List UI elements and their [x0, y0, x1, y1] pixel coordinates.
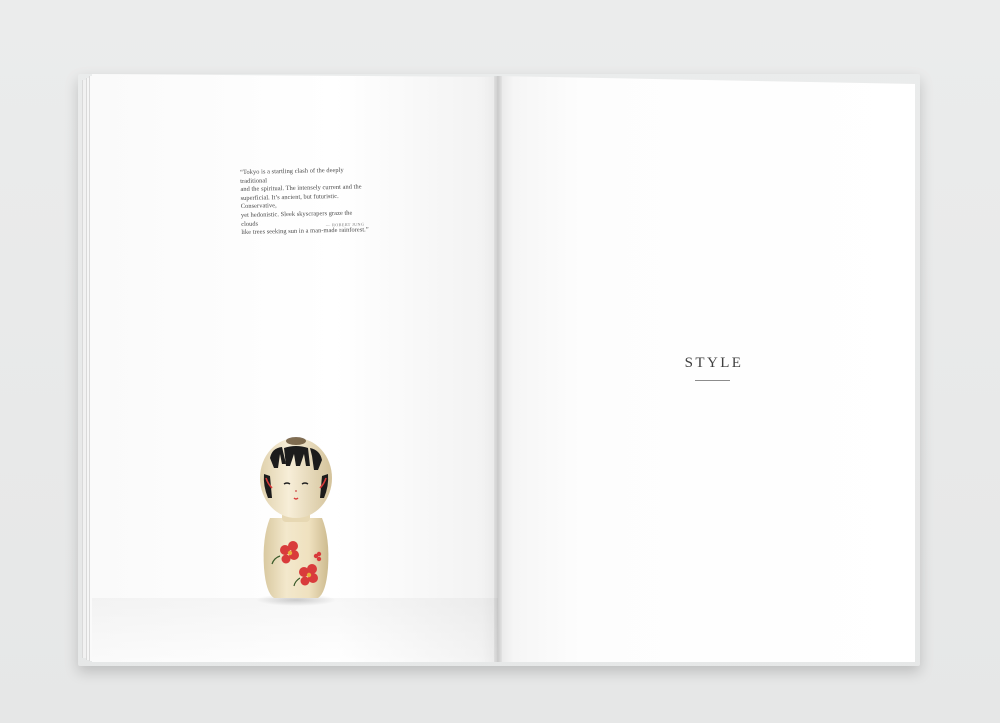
pull-quote: “Tokyo is a startling clash of the deepl…	[240, 166, 369, 237]
quote-attribution: — Robert Jung	[325, 221, 365, 228]
doll-nose	[295, 490, 297, 492]
doll-hair-bangs	[284, 446, 310, 466]
title-underline	[695, 380, 730, 381]
kokeshi-doll-image	[256, 437, 336, 606]
section-title: STYLE	[684, 355, 744, 371]
magazine-spread: “Tokyo is a startling clash of the deepl…	[0, 0, 1000, 723]
doll-hair-top	[286, 437, 306, 445]
spine-gutter	[494, 76, 502, 662]
